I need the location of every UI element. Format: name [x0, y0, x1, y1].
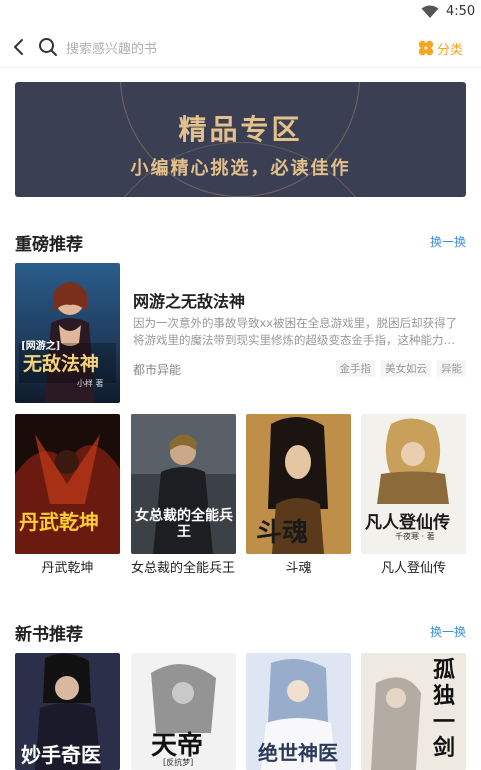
cover-title: 无敌法神 — [23, 353, 100, 375]
cover-title: 女总裁的全能兵王 — [135, 508, 233, 540]
book-title[interactable]: 凡人登仙传 — [361, 560, 466, 577]
cover-title: 绝世神医 — [258, 741, 338, 765]
refresh-button[interactable]: 换一换 — [430, 623, 466, 640]
book-cover[interactable]: 孤独一剑 — [361, 653, 466, 770]
book-card[interactable]: 绝世神医 — [246, 653, 351, 770]
featured-book[interactable]: [网游之] 无敌法神 小样 著 网游之无敌法神 因为一次意外的事故导致xx被困在… — [15, 263, 466, 403]
cover-title: 斗魂 — [256, 518, 309, 548]
banner-title: 精品专区 — [178, 113, 303, 146]
category-button[interactable]: 分类 — [418, 37, 463, 59]
section-title: 新书推荐 — [15, 625, 83, 645]
book-card[interactable]: 丹武乾坤 丹武乾坤 — [15, 414, 120, 577]
section-header-featured: 重磅推荐 换一换 — [15, 230, 466, 255]
book-cover[interactable]: [网游之] 无敌法神 小样 著 — [15, 263, 120, 403]
book-card[interactable]: 孤独一剑 — [361, 653, 466, 770]
tag: 美女如云 — [381, 360, 431, 377]
book-tags: 金手指 美女如云 异能 — [330, 360, 466, 377]
book-title[interactable]: 女总裁的全能兵王 — [131, 560, 236, 577]
status-time: 4:50 — [446, 4, 476, 19]
cover-title: 孤独一剑 — [433, 657, 456, 761]
premium-banner[interactable]: 精品专区 小编精心挑选，必读佳作 — [15, 82, 466, 197]
book-cover[interactable]: 女总裁的全能兵王 — [131, 414, 236, 554]
book-title[interactable]: 丹武乾坤 — [15, 560, 120, 577]
book-card[interactable]: 凡人登仙传 千夜寒 · 著 凡人登仙传 — [361, 414, 466, 577]
tag: 异能 — [437, 360, 466, 377]
book-card[interactable]: 斗魂 斗魂 — [246, 414, 351, 577]
book-cover[interactable]: 天帝 [反抗梦] — [131, 653, 236, 770]
book-cover[interactable]: 绝世神医 — [246, 653, 351, 770]
book-title[interactable]: 斗魂 — [246, 560, 351, 577]
status-bar: 4:50 — [0, 0, 481, 26]
category-label: 分类 — [437, 42, 464, 58]
cover-author: 小样 著 — [77, 379, 104, 388]
tag: 金手指 — [335, 360, 375, 377]
cover-title: 丹武乾坤 — [19, 510, 99, 534]
cover-title: 妙手奇医 — [21, 743, 101, 767]
cover-author: 千夜寒 · 著 — [395, 532, 435, 541]
book-card[interactable]: 女总裁的全能兵王 女总裁的全能兵王 — [131, 414, 236, 577]
search-bar: 搜索感兴趣的书 分类 — [0, 28, 481, 68]
refresh-button[interactable]: 换一换 — [430, 233, 466, 250]
book-card[interactable]: 天帝 [反抗梦] — [131, 653, 236, 770]
search-input[interactable]: 搜索感兴趣的书 — [66, 38, 157, 57]
book-title[interactable]: 网游之无敌法神 — [133, 288, 245, 312]
search-icon[interactable] — [38, 37, 58, 57]
book-cover[interactable]: 凡人登仙传 千夜寒 · 著 — [361, 414, 466, 554]
cover-title: 凡人登仙传 — [365, 513, 450, 533]
book-cover[interactable]: 斗魂 — [246, 414, 351, 554]
banner-subtitle: 小编精心挑选，必读佳作 — [130, 158, 351, 179]
book-cover[interactable]: 丹武乾坤 — [15, 414, 120, 554]
book-description: 因为一次意外的事故导致xx被困在全息游戏里，脱困后却获得了将游戏里的魔法带到现实… — [133, 316, 458, 347]
cover-subtitle: [反抗梦] — [163, 758, 194, 767]
book-cover[interactable]: 妙手奇医 — [15, 653, 120, 770]
book-card[interactable]: 妙手奇医 — [15, 653, 120, 770]
category-icon — [418, 40, 434, 56]
wifi-icon — [421, 5, 439, 18]
book-genre: 都市异能 — [133, 363, 182, 377]
section-header-new: 新书推荐 换一换 — [15, 620, 466, 645]
back-icon[interactable] — [10, 38, 28, 56]
section-title: 重磅推荐 — [15, 235, 83, 255]
